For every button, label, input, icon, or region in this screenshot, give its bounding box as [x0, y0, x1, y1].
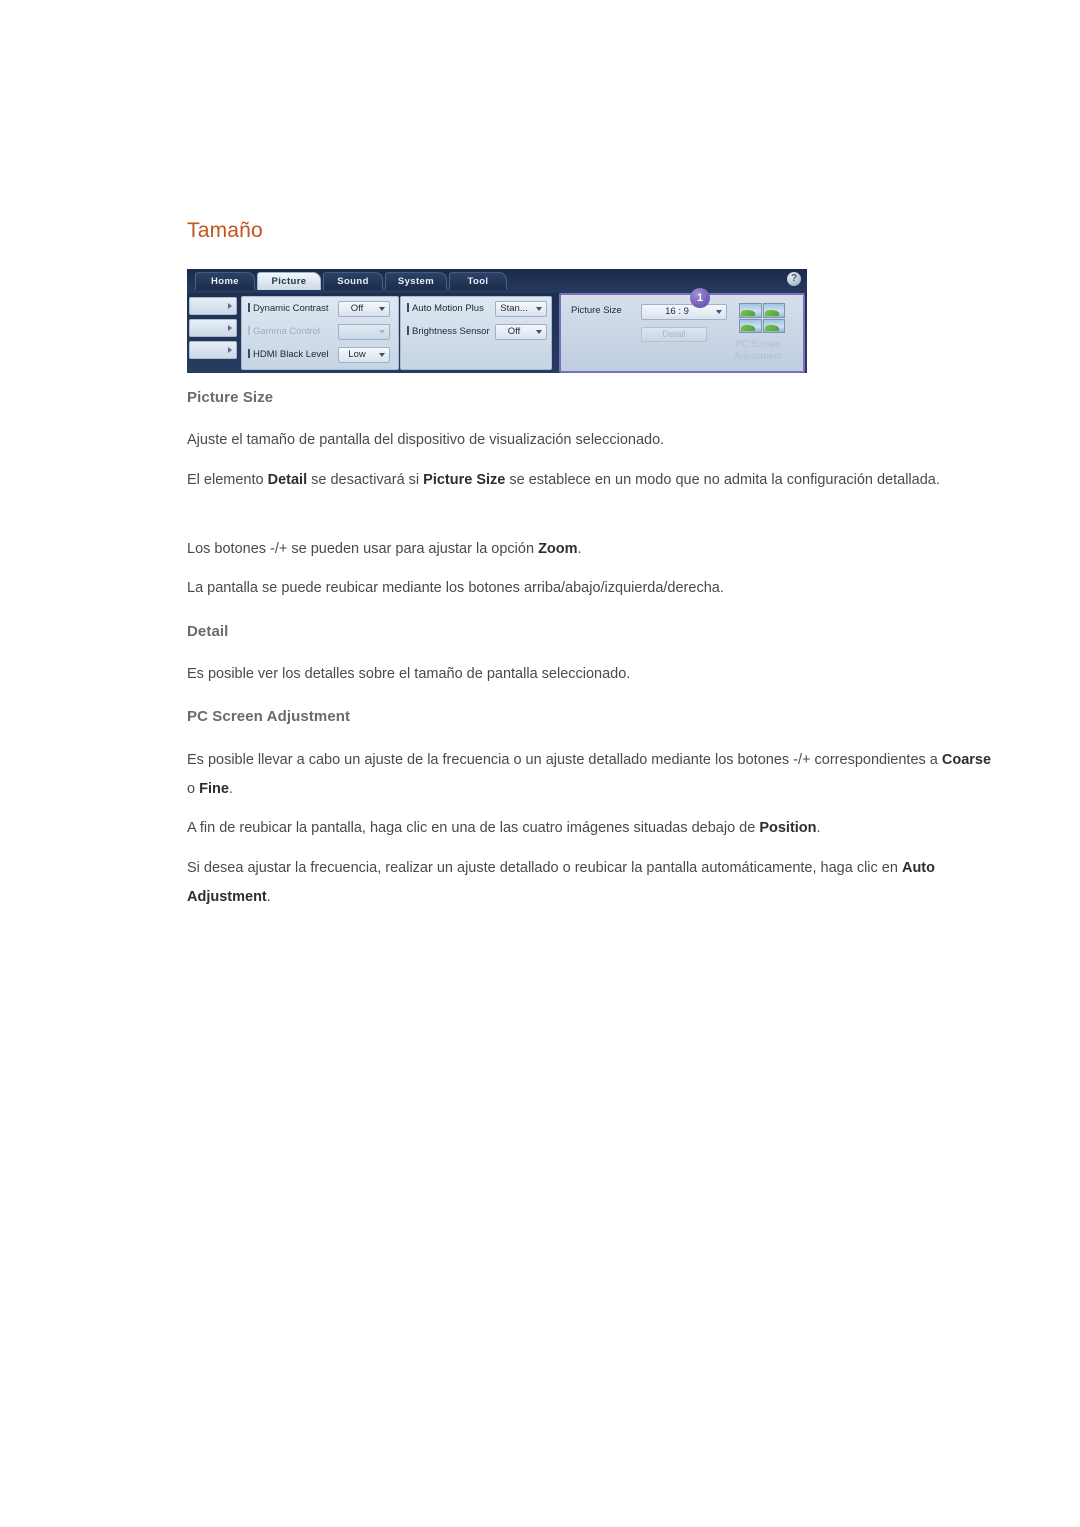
label-text: Dynamic Contrast [253, 303, 329, 314]
osd-tab-strip: Home Picture Sound System Tool ? [187, 269, 807, 293]
setting-brightness-sensor-label: Brightness Sensor [407, 322, 490, 342]
combo-value: Off [507, 326, 521, 337]
paragraph-p1: Ajuste el tamaño de pantalla del disposi… [187, 432, 665, 448]
position-thumbnail[interactable] [739, 303, 762, 318]
chevron-down-icon [536, 330, 542, 334]
tab-picture[interactable]: Picture [257, 272, 321, 290]
section-title-pc-screen-adjustment: PC Screen Adjustment [187, 708, 351, 725]
combo-value: Stan... [500, 303, 528, 314]
label-text: Gamma Control [253, 326, 321, 337]
setting-auto-motion-plus-label: Auto Motion Plus [407, 299, 484, 319]
position-thumbnail-grid [739, 303, 785, 333]
left-strip-row[interactable] [189, 341, 237, 359]
setting-hdmi-black-level-label: HDMI Black Level [248, 345, 329, 365]
tab-system[interactable]: System [385, 272, 447, 290]
detail-button: Detail [641, 327, 707, 342]
osd-settings-group-b: Auto Motion Plus Stan... Brightness Sens… [400, 296, 552, 370]
tab-home[interactable]: Home [195, 272, 255, 290]
left-strip-row[interactable] [189, 297, 237, 315]
setting-dynamic-contrast-label: Dynamic Contrast [248, 299, 329, 319]
combo-value: Low [348, 349, 366, 360]
osd-inner: Home Picture Sound System Tool ? Dynamic… [187, 269, 807, 373]
section-title-picture-size: Picture Size [187, 389, 274, 406]
combo-dynamic-contrast[interactable]: Off [338, 301, 390, 317]
osd-picture-size-panel: Picture Size 16 : 9 Detail PC Screen Adj… [559, 293, 805, 373]
osd-screenshot-figure: Home Picture Sound System Tool ? Dynamic… [187, 269, 807, 373]
position-thumbnail[interactable] [762, 303, 785, 318]
combo-gamma-control [338, 324, 390, 340]
document-page: Tamaño Home Picture Sound System Tool ? [0, 0, 1080, 1527]
label-text: Picture Size [571, 305, 622, 316]
bullet-bar-icon [248, 303, 250, 312]
bullet-bar-icon [248, 349, 250, 358]
position-thumbnail[interactable] [762, 318, 785, 333]
paragraph-p2: El elemento Detail se desactivará si Pic… [187, 472, 940, 488]
bullet-bar-icon [407, 303, 409, 312]
chevron-down-icon [379, 353, 385, 357]
tab-sound[interactable]: Sound [323, 272, 383, 290]
chevron-down-icon [379, 330, 385, 334]
paragraph-p8: Si desea ajustar la frecuencia, realizar… [187, 860, 935, 905]
label-text: Auto Motion Plus [412, 303, 484, 314]
paragraph-p6: Es posible llevar a cabo un ajuste de la… [187, 752, 992, 797]
picture-size-label: Picture Size [571, 305, 622, 316]
setting-gamma-control-label: Gamma Control [248, 322, 320, 342]
chevron-down-icon [536, 307, 542, 311]
page-title: Tamaño [187, 219, 263, 242]
chevron-right-icon [228, 303, 232, 309]
help-icon[interactable]: ? [787, 272, 801, 286]
osd-settings-group-a: Dynamic Contrast Off Gamma Control HDMI … [241, 296, 399, 370]
paragraph-p5: Es posible ver los detalles sobre el tam… [187, 666, 631, 682]
combo-value: 16 : 9 [665, 306, 689, 317]
paragraph-p3: Los botones -/+ se pueden usar para ajus… [187, 541, 582, 557]
paragraph-p4: La pantalla se puede reubicar mediante l… [187, 580, 724, 596]
position-thumbnail[interactable] [739, 318, 762, 333]
chevron-down-icon [379, 307, 385, 311]
label-text: Brightness Sensor [412, 326, 490, 337]
combo-auto-motion-plus[interactable]: Stan... [495, 301, 547, 317]
section-title-detail: Detail [187, 623, 229, 640]
osd-left-strip [189, 296, 237, 370]
left-strip-row[interactable] [189, 319, 237, 337]
paragraph-p7: A fin de reubicar la pantalla, haga clic… [187, 820, 821, 836]
callout-badge-1: 1 [690, 288, 710, 308]
combo-brightness-sensor[interactable]: Off [495, 324, 547, 340]
combo-value: Off [350, 303, 364, 314]
combo-hdmi-black-level[interactable]: Low [338, 347, 390, 363]
osd-body: Dynamic Contrast Off Gamma Control HDMI … [187, 293, 807, 373]
chevron-down-icon [716, 310, 722, 314]
pc-screen-adjustment-label: PC Screen Adjustment [734, 339, 782, 362]
label-text: HDMI Black Level [253, 349, 329, 360]
combo-picture-size[interactable]: 16 : 9 [641, 304, 727, 320]
chevron-right-icon [228, 325, 232, 331]
bullet-bar-icon [407, 326, 409, 335]
bullet-bar-icon [248, 326, 250, 335]
chevron-right-icon [228, 347, 232, 353]
tab-tool[interactable]: Tool [449, 272, 507, 290]
